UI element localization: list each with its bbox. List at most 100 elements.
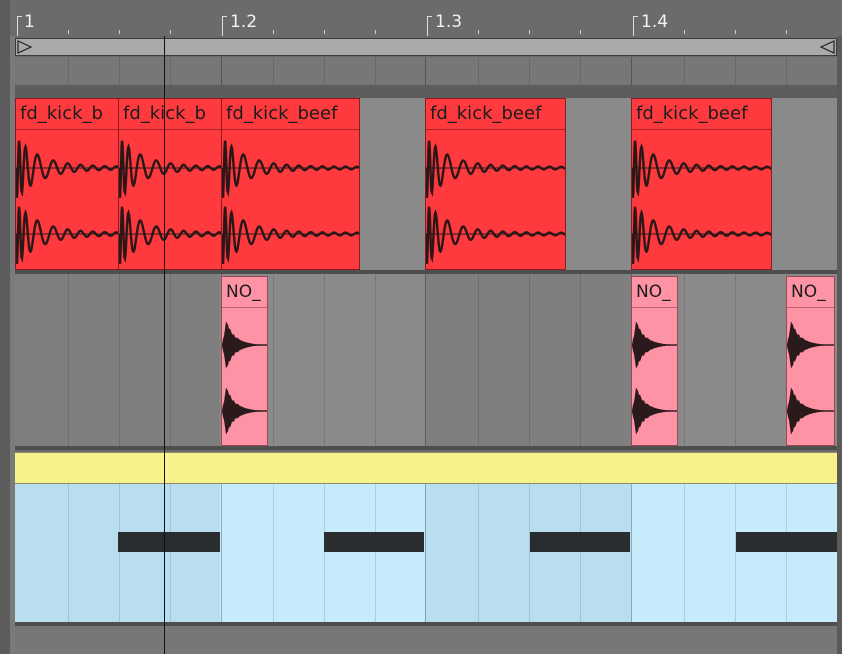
grid-line — [324, 57, 325, 85]
grid-line — [735, 484, 736, 622]
waveform — [632, 140, 771, 264]
bar-label-1-2: 1.2 — [230, 12, 258, 32]
midi-bar-shade — [15, 484, 220, 622]
grid-line — [375, 484, 376, 622]
midi-note[interactable] — [118, 532, 220, 552]
waveform — [787, 321, 834, 435]
audio-clip-kick-4[interactable]: fd_kick_beef — [425, 98, 566, 270]
grid-line — [684, 274, 685, 446]
midi-note[interactable] — [530, 532, 630, 552]
clip-title: fd_kick_beef — [426, 99, 565, 130]
grid-line — [631, 57, 632, 85]
waveform-path — [632, 206, 771, 264]
bar-marker — [222, 16, 227, 36]
audio-clip-noise-3[interactable]: NO_ — [786, 276, 835, 446]
grid-line — [529, 57, 530, 85]
waveform-path — [222, 206, 359, 264]
grid-line — [684, 484, 685, 622]
grid-line — [170, 57, 171, 85]
grid-line — [324, 484, 325, 622]
grid-line — [529, 274, 530, 446]
grid-line — [375, 274, 376, 446]
waveform-path — [222, 140, 359, 198]
grid-line — [786, 484, 787, 622]
loop-start-icon[interactable] — [17, 40, 33, 54]
waveform — [222, 140, 359, 264]
bar-label-1: 1 — [24, 12, 35, 32]
beat-dot — [735, 30, 736, 34]
grid-line — [273, 57, 274, 85]
beat-dot — [786, 30, 787, 34]
track-separator — [15, 446, 837, 450]
grid-line — [580, 57, 581, 85]
beat-dot — [580, 30, 581, 34]
beat-time-ruler[interactable]: 1 1.2 1.3 1.4 — [0, 0, 842, 36]
bar-marker — [427, 16, 432, 36]
lane-shade — [15, 274, 220, 448]
grid-line — [425, 274, 426, 446]
beat-dot — [68, 30, 69, 34]
grid-line — [631, 484, 632, 622]
locator-lane[interactable] — [15, 57, 837, 85]
grid-line — [68, 484, 69, 622]
lane-shade — [425, 274, 631, 448]
bar-marker — [633, 16, 638, 36]
waveform — [16, 140, 118, 264]
beat-dot — [119, 30, 120, 34]
clip-title: fd_kick_beef — [632, 99, 771, 130]
clip-title: fd_kick_beef — [222, 99, 359, 130]
audio-clip-kick-3[interactable]: fd_kick_beef — [221, 98, 360, 270]
midi-note[interactable] — [324, 532, 424, 552]
bar-label-1-4: 1.4 — [641, 12, 669, 32]
grid-line — [478, 57, 479, 85]
waveform — [632, 321, 677, 435]
waveform — [222, 321, 267, 435]
grid-line — [221, 484, 222, 622]
grid-line — [324, 274, 325, 446]
beat-dot — [324, 30, 325, 34]
grid-line — [529, 484, 530, 622]
waveform-path — [119, 206, 221, 264]
grid-line — [786, 57, 787, 85]
audio-clip-noise-1[interactable]: NO_ — [221, 276, 268, 446]
midi-clip-header[interactable] — [15, 452, 837, 484]
clip-title: fd_kick_b — [119, 99, 221, 130]
grid-line — [273, 274, 274, 446]
grid-line — [68, 57, 69, 85]
beat-dot — [170, 30, 171, 34]
bar-label-1-3: 1.3 — [435, 12, 463, 32]
audio-clip-noise-2[interactable]: NO_ — [631, 276, 678, 446]
grid-line — [425, 57, 426, 85]
beat-dot — [529, 30, 530, 34]
empty-track-lane[interactable] — [15, 626, 837, 654]
grid-line — [375, 57, 376, 85]
waveform-path — [16, 206, 118, 264]
clip-title: NO_ — [632, 277, 677, 308]
midi-bar-shade — [425, 484, 631, 622]
audio-clip-kick-5[interactable]: fd_kick_beef — [631, 98, 772, 270]
beat-dot — [375, 30, 376, 34]
beat-dot — [478, 30, 479, 34]
grid-line — [119, 484, 120, 622]
grid-line — [425, 484, 426, 622]
grid-line — [684, 57, 685, 85]
scrollbar-edge[interactable] — [837, 36, 842, 654]
track-left-edge — [0, 0, 10, 654]
waveform-path — [119, 140, 221, 198]
waveform-path — [426, 140, 565, 198]
grid-line — [580, 484, 581, 622]
clip-title: NO_ — [222, 277, 267, 308]
midi-note[interactable] — [736, 532, 837, 552]
audio-clip-kick-2[interactable]: fd_kick_b — [118, 98, 222, 270]
playhead[interactable] — [164, 36, 165, 654]
bar-marker — [17, 16, 22, 36]
loop-end-icon[interactable] — [819, 40, 835, 54]
waveform-path — [426, 206, 565, 264]
audio-clip-kick-1[interactable]: fd_kick_b — [15, 98, 119, 270]
grid-line — [273, 484, 274, 622]
grid-line — [478, 274, 479, 446]
grid-line — [580, 274, 581, 446]
loop-brace[interactable] — [15, 38, 837, 56]
grid-line — [119, 57, 120, 85]
beat-dot — [684, 30, 685, 34]
